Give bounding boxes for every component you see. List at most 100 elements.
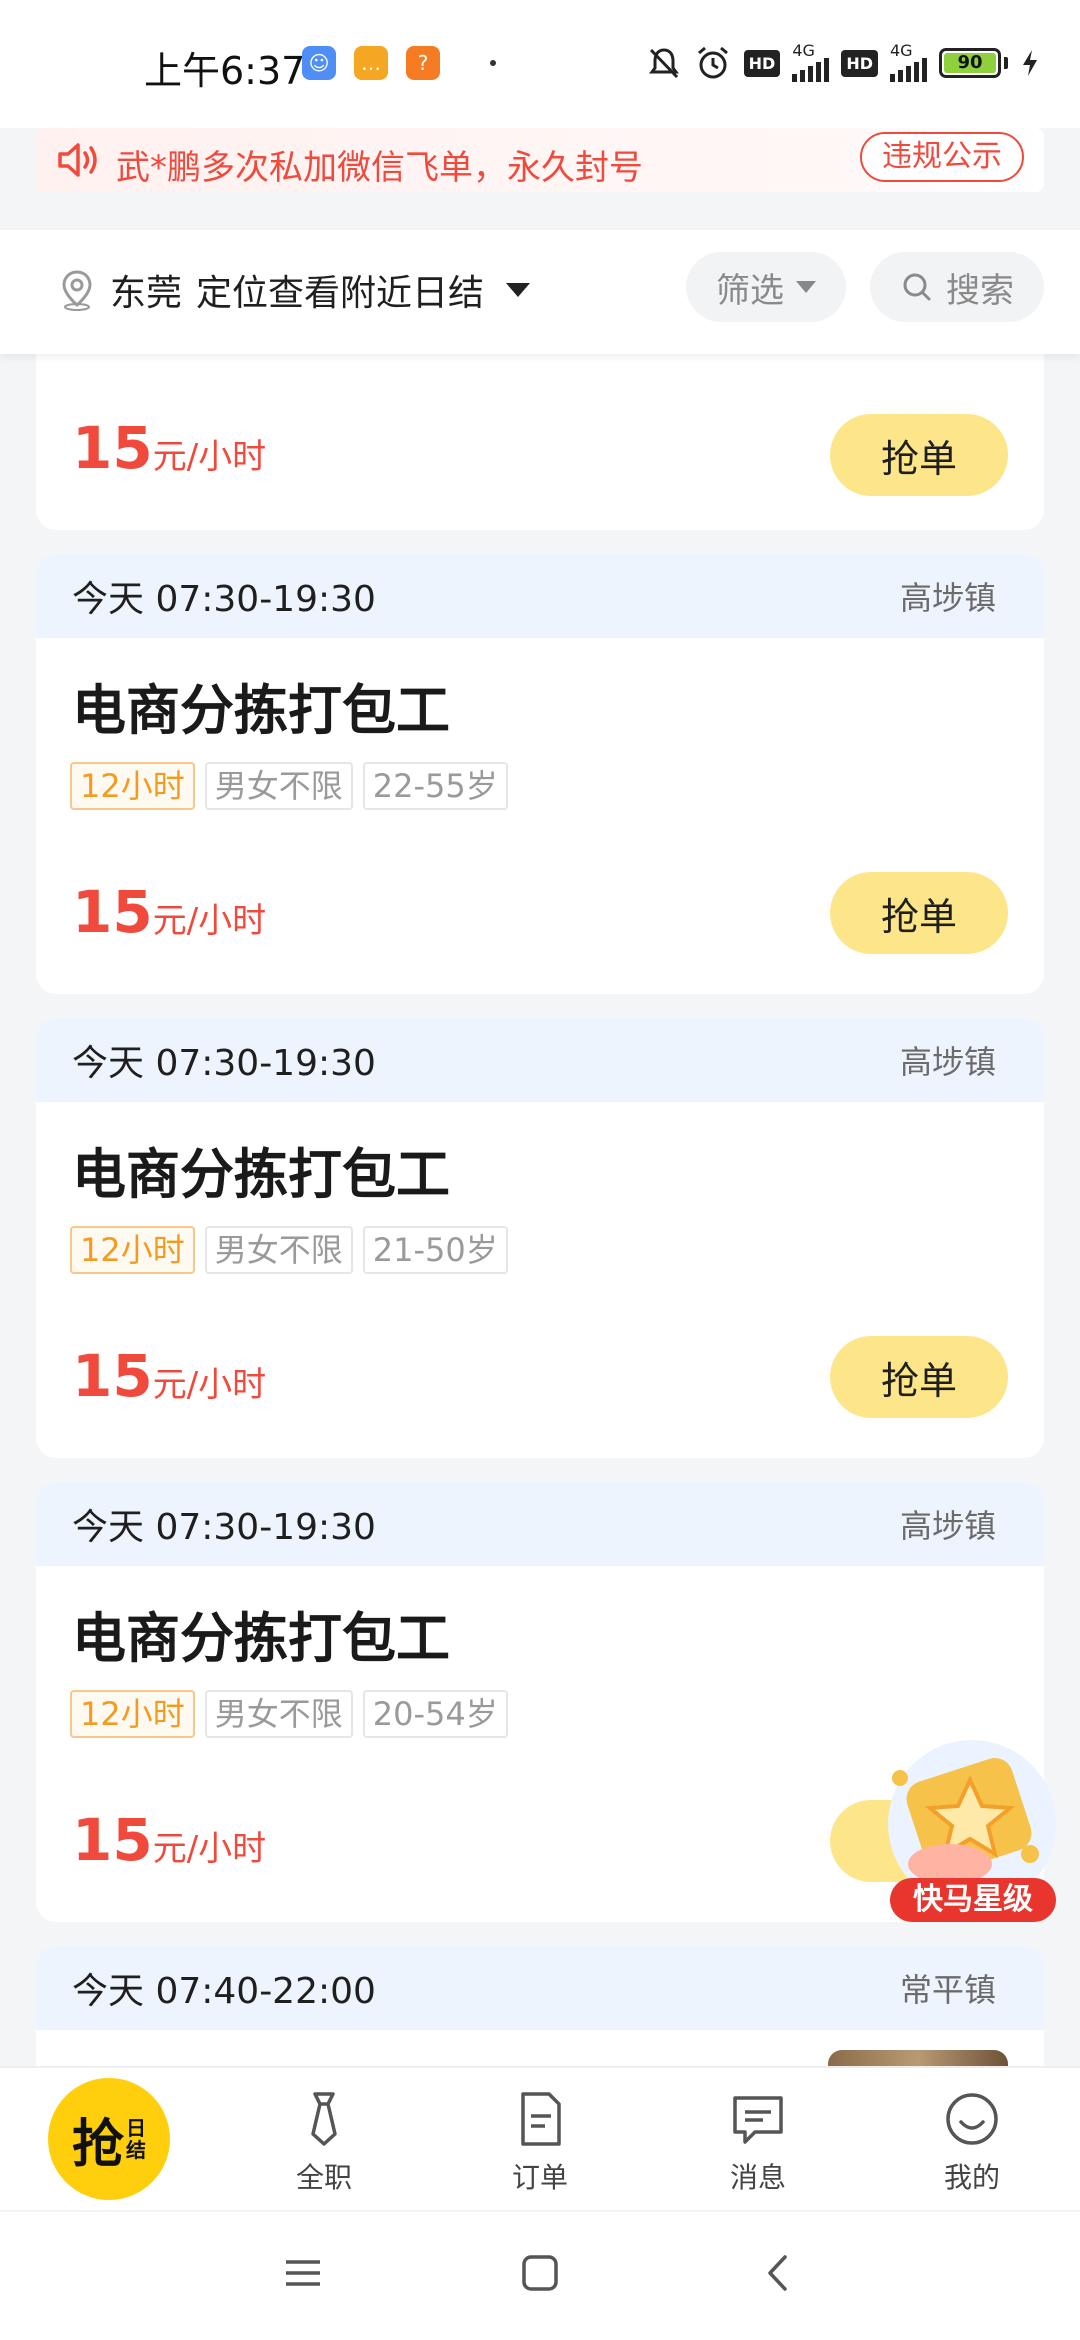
status-time: 上午6:37 [144,49,306,93]
job-card-header: 今天 07:30-19:30 高埗镇 [36,1482,1044,1566]
job-thumbnail [828,2050,1008,2066]
document-icon [521,2092,561,2146]
alarm-icon [697,46,728,79]
job-price: 15元/小时 [72,1806,266,1874]
price-unit: 元/小时 [152,901,267,941]
grab-order-button[interactable]: 抢单 [830,872,1008,954]
nav-label: 我的 [943,2161,1000,2194]
nav-orders[interactable]: 订单 [470,2088,610,2196]
charging-icon [1023,50,1037,76]
chevron-down-icon [796,281,816,293]
job-time: 今天 07:40-22:00 [72,1971,376,2012]
search-icon [903,273,931,301]
tag-age: 21-50岁 [362,1226,508,1274]
status-bar: 上午6:37 ☺ … ? HD 4G HD 4G 90 [0,0,1080,128]
filter-button[interactable]: 筛选 [686,252,846,322]
network-type: 4G [890,41,913,60]
back-icon[interactable] [758,2252,800,2294]
nav-daily-grab-button[interactable]: 抢 日 结 [48,2078,170,2200]
locate-nearby-label: 定位查看附近日结 [196,273,485,314]
price-unit: 元/小时 [152,1829,267,1869]
job-town: 高埗镇 [899,579,996,617]
status-app-icons: ☺ … ? [302,46,496,80]
price-amount: 15 [72,414,153,482]
system-navigation-bar [0,2210,1080,2340]
message-icon [733,2096,783,2144]
tag-age: 20-54岁 [362,1690,508,1738]
job-tags: 12小时 男女不限 22-55岁 [70,762,508,810]
job-time: 今天 07:30-19:30 [72,579,376,620]
violation-notice-banner[interactable]: 武*鹏多次私加微信飞单，永久封号 违规公示 [36,128,1044,192]
tag-gender: 男女不限 [204,1690,353,1738]
nav-main-label: 抢 [71,2114,124,2175]
home-icon[interactable] [519,2252,561,2294]
job-card-header: 今天 07:30-19:30 高埗镇 [36,1018,1044,1102]
app-notification-icon: ? [406,46,440,80]
price-unit: 元/小时 [152,1365,267,1405]
nav-profile[interactable]: 我的 [902,2088,1042,2196]
nav-main-sub-1: 日 [126,2116,146,2140]
battery-icon: 90 [939,48,1008,78]
violation-disclosure-button[interactable]: 违规公示 [860,132,1024,182]
speaker-icon [58,143,97,177]
tag-hours: 12小时 [70,762,195,810]
job-price: 15元/小时 [72,1342,266,1410]
star-rating-badge[interactable]: 快马星级 [880,1728,1060,1928]
location-selector[interactable]: 东莞 定位查看附近日结 [58,264,531,316]
app-notification-icon: ☺ [302,46,336,80]
hd-voice-icon: HD [743,49,781,77]
bottom-navigation: 抢 日 结 全职 订单 消息 我的 [0,2066,1080,2210]
more-notifications-icon [490,60,496,66]
job-town: 常平镇 [899,1971,996,2009]
nav-messages[interactable]: 消息 [688,2088,828,2196]
search-label: 搜索 [946,270,1014,311]
job-tags: 12小时 男女不限 20-54岁 [70,1690,508,1738]
job-card[interactable]: 15元/小时 抢单 [36,354,1044,530]
tie-icon [311,2092,337,2146]
job-title: 电商分拣打包工 [72,679,450,742]
tag-gender: 男女不限 [204,762,353,810]
nav-label: 订单 [511,2161,568,2194]
job-price: 15元/小时 [72,878,266,946]
notice-text: 武*鹏多次私加微信飞单，永久封号 [116,148,643,188]
signal-icon: 4G [890,41,927,82]
smile-icon [946,2093,998,2145]
menu-icon[interactable] [282,2252,324,2294]
job-price: 15元/小时 [72,414,266,482]
search-button[interactable]: 搜索 [870,252,1044,322]
job-town: 高埗镇 [899,1043,996,1081]
job-time: 今天 07:30-19:30 [72,1507,376,1548]
job-card[interactable]: 今天 07:40-22:00 常平镇 [36,1946,1044,2066]
job-tags: 12小时 男女不限 21-50岁 [70,1226,508,1274]
chat-notification-icon: … [354,46,388,80]
job-card-header: 今天 07:30-19:30 高埗镇 [36,554,1044,638]
grab-order-button[interactable]: 抢单 [830,414,1008,496]
tag-hours: 12小时 [70,1226,195,1274]
nav-fulltime[interactable]: 全职 [254,2088,394,2196]
job-title: 电商分拣打包工 [72,1607,450,1670]
job-card-header: 今天 07:40-22:00 常平镇 [36,1946,1044,2030]
location-pin-icon [62,270,92,311]
grab-order-button[interactable]: 抢单 [830,1336,1008,1418]
filter-label: 筛选 [716,270,784,311]
nav-label: 消息 [729,2161,786,2194]
nav-main-sub-2: 结 [126,2138,146,2162]
battery-level: 90 [944,53,996,73]
job-time: 今天 07:30-19:30 [72,1043,376,1084]
price-amount: 15 [72,878,153,946]
job-card[interactable]: 今天 07:30-19:30 高埗镇 电商分拣打包工 12小时 男女不限 21-… [36,1018,1044,1458]
price-unit: 元/小时 [152,437,267,477]
price-amount: 15 [72,1342,153,1410]
signal-icon: 4G [792,41,830,82]
mute-bell-icon [648,48,679,79]
network-type: 4G [792,41,815,60]
job-town: 高埗镇 [899,1507,996,1545]
hd-voice-icon: HD [841,49,878,77]
job-card[interactable]: 今天 07:30-19:30 高埗镇 电商分拣打包工 12小时 男女不限 22-… [36,554,1044,994]
tag-hours: 12小时 [70,1690,195,1738]
price-amount: 15 [72,1806,153,1874]
nav-label: 全职 [295,2161,352,2194]
city-label: 东莞 [110,273,183,314]
job-title: 电商分拣打包工 [72,1143,450,1206]
tag-gender: 男女不限 [204,1226,353,1274]
